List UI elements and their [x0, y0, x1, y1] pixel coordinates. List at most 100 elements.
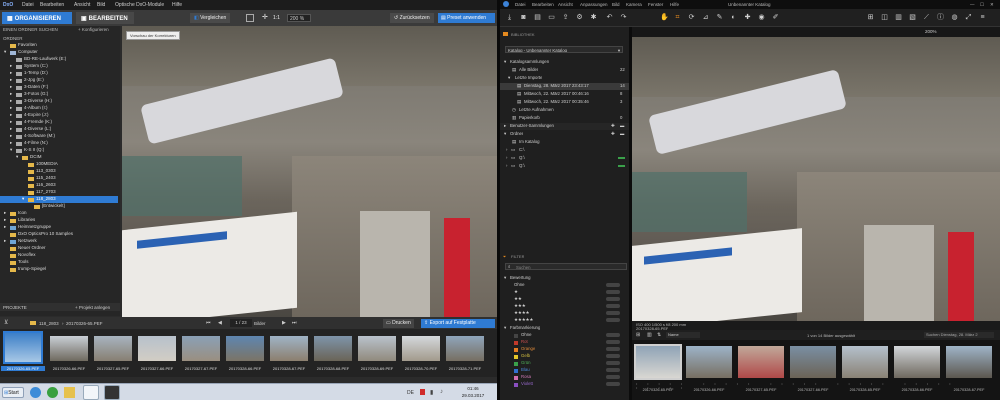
color-filter-row[interactable]: Blau: [500, 367, 629, 374]
thumbnail-selected[interactable]: [3, 331, 43, 364]
import-icon[interactable]: ⤓: [506, 14, 513, 21]
list-item-drive[interactable]: › ▭ Q:\: [500, 163, 629, 170]
thumbnail[interactable]: [790, 346, 836, 378]
catalog-image-preview[interactable]: [632, 37, 1000, 321]
tree-item-drive[interactable]: ▸ 4-Software (M:): [0, 133, 118, 140]
catalog-select[interactable]: Katalog - Unbenannter Katalog ▾: [505, 46, 623, 53]
configure-button[interactable]: + Konfigurieren: [78, 27, 109, 32]
rotate-icon[interactable]: ⟳: [688, 14, 695, 21]
tree-item-folder[interactable]: 115_2403: [0, 175, 118, 182]
thumbnail[interactable]: [314, 336, 352, 361]
filmstrip-search-input[interactable]: Suchen Dienstag, 28. März 2: [924, 332, 994, 338]
app-icon[interactable]: [47, 387, 58, 398]
rating-filter-4[interactable]: ★★★★: [500, 310, 629, 317]
thumbnail[interactable]: [686, 346, 732, 378]
image-counter[interactable]: 1 / 23: [230, 319, 252, 327]
ie-icon[interactable]: [30, 387, 41, 398]
menu-kamera[interactable]: Kamera: [626, 2, 642, 7]
list-item-trash[interactable]: ▥ Papierkorb 0: [500, 115, 629, 122]
thumbnail[interactable]: [182, 336, 220, 361]
crop-icon[interactable]: ⌗: [674, 14, 681, 21]
color-filter-row[interactable]: Grün: [500, 360, 629, 367]
reset-button[interactable]: ↺ Zurücksetzen: [390, 13, 434, 23]
current-folder[interactable]: 118_2803: [39, 321, 59, 326]
prev-image-icon[interactable]: ◀: [218, 320, 222, 326]
tree-item-drive[interactable]: ▸ 4-Fremde (K:): [0, 119, 118, 126]
menu-ansicht[interactable]: Ansicht: [558, 2, 573, 7]
tree-item-selected-folder[interactable]: ▾ 118_2803: [0, 196, 118, 203]
thumbnail[interactable]: [402, 336, 440, 361]
filter-icon[interactable]: ⊻: [4, 319, 8, 326]
straighten-icon[interactable]: ⊿: [702, 14, 709, 21]
list-item-all-images[interactable]: ▤ Alle Bilder 22: [500, 67, 629, 74]
folder-icon[interactable]: ▭: [548, 14, 555, 21]
thumbnail[interactable]: [226, 336, 264, 361]
adjust-icon[interactable]: ⟋: [923, 14, 930, 21]
color-filter-row[interactable]: Orange: [500, 346, 629, 353]
menu-datei[interactable]: Datei: [22, 2, 34, 8]
add-project-button[interactable]: + Projekt anlegen: [75, 305, 110, 310]
list-item-last-captured[interactable]: ◷ Letzte Aufnahmen: [500, 107, 629, 114]
thumbnail[interactable]: [358, 336, 396, 361]
tray-icon[interactable]: [420, 389, 425, 395]
menu-fenster[interactable]: Fenster: [648, 2, 663, 7]
grid-view-icon[interactable]: [246, 14, 254, 22]
menu-hilfe[interactable]: Hilfe: [172, 2, 182, 8]
next-image-icon[interactable]: ▶: [282, 320, 286, 326]
rating-filter-1[interactable]: ★: [500, 289, 629, 296]
tree-item-drive[interactable]: ▸ 4-Album (I:): [0, 105, 118, 112]
zoom-controls[interactable]: [938, 28, 988, 33]
tree-item-drive[interactable]: ▸ System (C:): [0, 63, 118, 70]
list-item-drive[interactable]: › ▭ Q:\: [500, 155, 629, 162]
tree-item-drive[interactable]: ▸ 3-Diverse (H:): [0, 98, 118, 105]
compare-icon[interactable]: ▥: [895, 14, 902, 21]
thumbnail[interactable]: [946, 346, 992, 378]
thumbnail[interactable]: [270, 336, 308, 361]
list-item-import[interactable]: ▤ Mittwoch, 22. März 2017 00:35:46 3: [500, 99, 629, 106]
rating-filter-2[interactable]: ★★: [500, 296, 629, 303]
dxo-image-preview[interactable]: Vorschau der Korrekturen: [122, 26, 497, 317]
current-file[interactable]: 20170326-65.PEF: [66, 321, 103, 326]
export-icon[interactable]: ⇪: [562, 14, 569, 21]
tree-item-folder[interactable]: ▸ Libraries: [0, 217, 118, 224]
maximize-icon[interactable]: ☐: [980, 2, 984, 8]
volume-icon[interactable]: ♪: [440, 389, 443, 395]
section-folders[interactable]: ▾ Ordner ✚ ▬: [500, 131, 629, 138]
list-item-import[interactable]: ▤ Mittwoch, 22. März 2017 00:46:16 8: [500, 91, 629, 98]
undo-icon[interactable]: ↶: [606, 14, 613, 21]
tree-item-folder[interactable]: Novoflex: [0, 252, 118, 259]
redo-icon[interactable]: ↷: [620, 14, 627, 21]
rating-filter-3[interactable]: ★★★: [500, 303, 629, 310]
last-image-icon[interactable]: ⏭: [292, 320, 297, 326]
eye-icon[interactable]: ◉: [758, 14, 765, 21]
tree-item-computer[interactable]: ▾ Computer: [0, 49, 118, 56]
section-rating[interactable]: ▾ Bewertung: [500, 275, 629, 282]
rating-filter-none[interactable]: Ohne: [500, 282, 629, 289]
add-icon[interactable]: ✚: [611, 123, 615, 129]
thumbnail[interactable]: [138, 336, 176, 361]
tree-item-folder[interactable]: 116_2603: [0, 182, 118, 189]
color-filter-row[interactable]: Gelb: [500, 353, 629, 360]
tree-item-folder[interactable]: 117_2703: [0, 189, 118, 196]
list-item-in-catalog[interactable]: ▤ Im Katalog: [500, 139, 629, 146]
zoom-fit-icon[interactable]: ✛: [262, 13, 268, 21]
menu-bearbeiten[interactable]: Bearbeiten: [40, 2, 64, 8]
tree-item-folder[interactable]: ▾ DCIM: [0, 154, 118, 161]
gradient-icon[interactable]: ◐: [730, 14, 737, 21]
close-icon[interactable]: ✕: [990, 2, 994, 8]
grid-view-icon[interactable]: ⊞: [636, 332, 640, 338]
thumbnail[interactable]: [894, 346, 940, 378]
globe-icon[interactable]: ◍: [951, 14, 958, 21]
tree-item-drive[interactable]: ▸ 4-Expire (J:): [0, 112, 118, 119]
filter-search-input[interactable]: ⌕ Suchen: [505, 263, 627, 270]
grid-view-icon[interactable]: ⊞: [867, 14, 874, 21]
tree-item-drive[interactable]: ▸ 2-Jpg (E:): [0, 77, 118, 84]
settings-icon[interactable]: ✱: [590, 14, 597, 21]
thumbnail[interactable]: [50, 336, 88, 361]
list-item-drive[interactable]: › ▭ C:\: [500, 147, 629, 154]
info-icon[interactable]: ⓘ: [937, 14, 944, 21]
menu-icon[interactable]: ≡: [979, 14, 986, 21]
remove-icon[interactable]: ▬: [620, 123, 624, 128]
menu-datei[interactable]: Datei: [515, 2, 526, 7]
camera-icon[interactable]: ◙: [520, 14, 527, 21]
